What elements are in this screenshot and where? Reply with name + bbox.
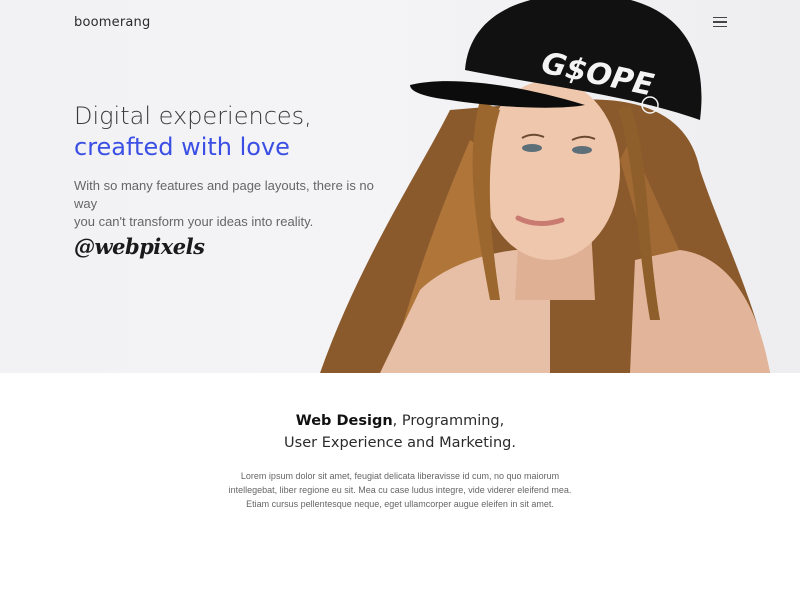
services-highlight: Web Design (295, 413, 393, 429)
headline-line-2-accent: creafted with love (74, 133, 290, 161)
subtext-line-2: you can't transform your ideas into real… (74, 214, 314, 229)
services-line-2: User Experience and Marketing. (284, 435, 516, 451)
signature-handle: @webpixels (74, 234, 205, 259)
hero-headline: Digital experiences, creafted with love (74, 101, 312, 163)
headline-line-1: Digital experiences, (74, 102, 312, 130)
services-heading: Web Design, Programming, User Experience… (0, 410, 800, 454)
description-line-3: Etiam cursus pellentesque neque, eget ul… (246, 499, 554, 509)
brand-logo[interactable]: boomerang (74, 15, 150, 30)
description-line-2: intellegebat, liber regione eu sit. Mea … (228, 485, 572, 495)
hero-section: boomerang Digital experiences, creafted … (0, 0, 800, 373)
services-line-1-rest: , Programming, (392, 413, 505, 429)
description-line-1: Lorem ipsum dolor sit amet, feugiat deli… (240, 471, 560, 481)
hero-photo-woman-in-cap: G$OPE (320, 0, 770, 373)
services-description: Lorem ipsum dolor sit amet, feugiat deli… (0, 469, 800, 511)
